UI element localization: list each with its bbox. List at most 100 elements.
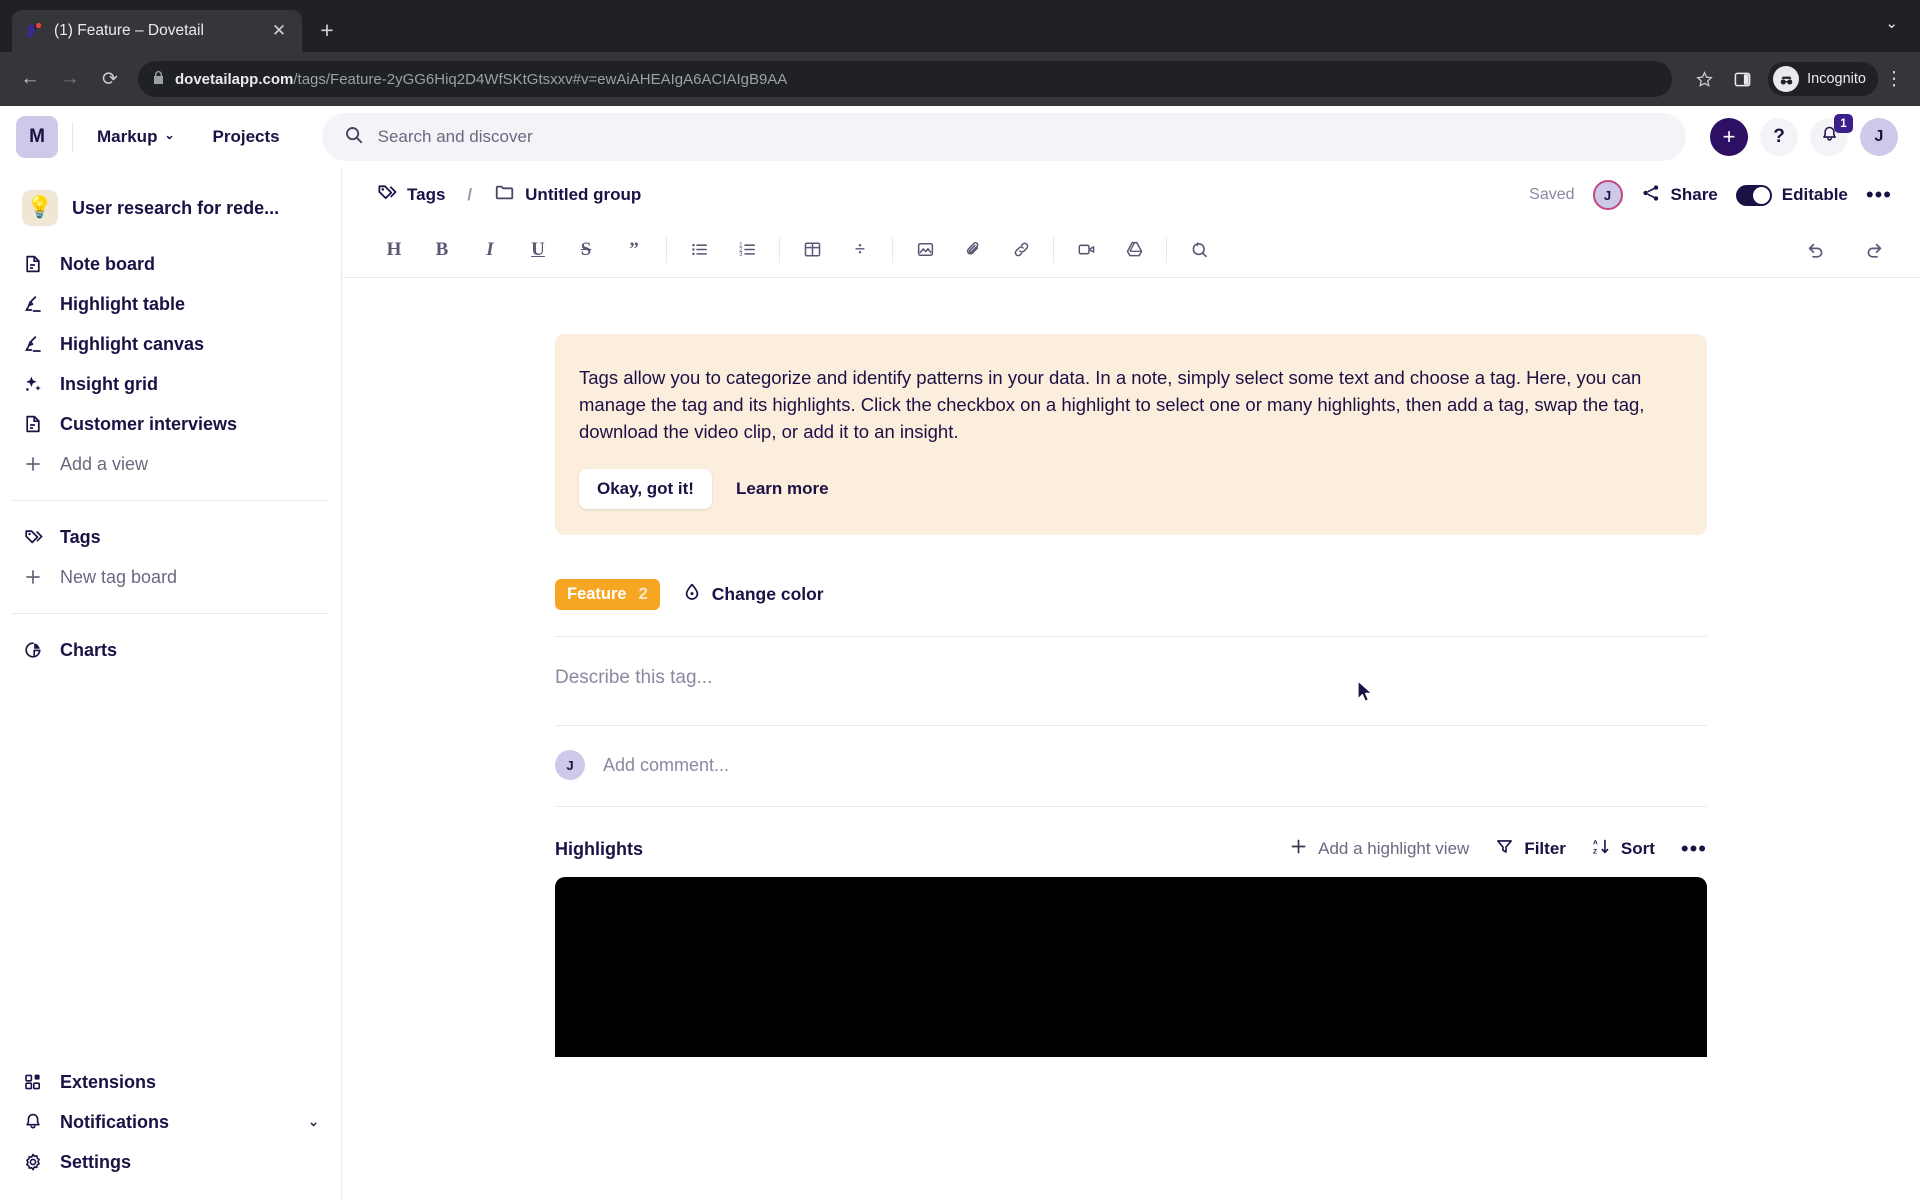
filter-icon [1495, 837, 1514, 861]
blockquote-icon[interactable]: ” [616, 232, 652, 268]
share-icon [1641, 183, 1661, 208]
highlights-actions: Add a highlight view Filter A Z Sort ••• [1289, 837, 1707, 861]
workspace-badge[interactable]: M [16, 116, 58, 158]
sidebar-item-label: Settings [60, 1151, 132, 1172]
highlights-more-icon[interactable]: ••• [1681, 838, 1707, 860]
change-color-button[interactable]: Change color [682, 582, 824, 607]
highlights-title: Highlights [555, 838, 643, 859]
plus-icon [1289, 837, 1308, 861]
filter-button[interactable]: Filter [1495, 837, 1566, 861]
more-options-icon[interactable]: ••• [1866, 184, 1892, 206]
incognito-indicator[interactable]: Incognito [1768, 62, 1878, 96]
video-icon[interactable] [1068, 232, 1104, 268]
chevron-down-icon: ⌄ [164, 128, 175, 142]
tag-chip[interactable]: Feature 2 [555, 579, 660, 610]
bookmark-star-icon[interactable] [1686, 61, 1722, 97]
okay-got-it-button[interactable]: Okay, got it! [579, 469, 712, 509]
italic-icon[interactable]: I [472, 232, 508, 268]
bullet-list-icon[interactable] [681, 232, 717, 268]
browser-menu-icon[interactable]: ⋮ [1880, 68, 1908, 91]
sidebar-item-label: Notifications [60, 1111, 170, 1132]
highlighter-icon [22, 293, 44, 315]
breadcrumb-root[interactable]: Tags [407, 185, 445, 205]
sidebar-project[interactable]: 💡 User research for rede... [0, 182, 341, 234]
breadcrumb-group[interactable]: Untitled group [525, 185, 641, 205]
create-button[interactable]: + [1710, 118, 1748, 156]
workspace-menu[interactable]: Markup ⌄ [87, 119, 185, 155]
browser-toolbar: ← → ⟳ dovetailapp.com/tags/Feature-2yGG6… [0, 52, 1920, 106]
sidebar-item-note-board[interactable]: Note board [0, 244, 341, 284]
add-comment-row[interactable]: J Add comment... [555, 726, 1707, 807]
app-body: 💡 User research for rede... Note board H… [0, 168, 1920, 1200]
bold-icon[interactable]: B [424, 232, 460, 268]
divider-icon[interactable]: ÷ [842, 232, 878, 268]
link-icon[interactable] [1003, 232, 1039, 268]
strikethrough-icon[interactable]: S [568, 232, 604, 268]
sidebar-item-customer-interviews[interactable]: Customer interviews [0, 404, 341, 444]
banner-actions: Okay, got it! Learn more [579, 469, 1683, 509]
tab-search-chevron-down-icon[interactable]: ⌄ [1885, 14, 1898, 32]
sidebar-item-settings[interactable]: Settings [0, 1142, 341, 1182]
sidebar-new-tag-board[interactable]: New tag board [0, 557, 341, 597]
editable-toggle[interactable]: Editable [1735, 184, 1848, 206]
reload-button[interactable]: ⟳ [92, 61, 128, 97]
chevron-down-icon[interactable]: ⌄ [308, 1114, 319, 1130]
google-drive-icon[interactable] [1116, 232, 1152, 268]
address-bar[interactable]: dovetailapp.com/tags/Feature-2yGG6Hiq2D4… [138, 61, 1673, 97]
sidebar-item-highlight-table[interactable]: Highlight table [0, 284, 341, 324]
tag-icon [376, 182, 397, 208]
sidebar-item-notifications[interactable]: Notifications ⌄ [0, 1102, 341, 1142]
heading-icon[interactable]: H [376, 232, 412, 268]
sidebar-item-tags[interactable]: Tags [0, 517, 341, 557]
search-replace-icon[interactable] [1181, 232, 1217, 268]
sort-button[interactable]: AZ Sort [1592, 837, 1655, 861]
sidebar-item-extensions[interactable]: Extensions [0, 1062, 341, 1102]
sidebar-add-a-view[interactable]: Add a view [0, 444, 341, 484]
highlighter-icon [22, 333, 44, 355]
share-label: Share [1670, 185, 1718, 204]
bell-icon [22, 1111, 44, 1133]
learn-more-button[interactable]: Learn more [720, 469, 845, 509]
forward-button[interactable]: → [52, 61, 88, 97]
sidebar-project-name: User research for rede... [72, 197, 280, 218]
tag-description-input[interactable]: Describe this tag... [555, 637, 1707, 726]
lock-icon [152, 70, 165, 88]
notifications-button[interactable]: 1 [1810, 114, 1853, 156]
search-input[interactable]: Search and discover [321, 113, 1686, 161]
presence-avatar[interactable]: J [1592, 180, 1623, 210]
document-body: Tags allow you to categorize and identif… [555, 278, 1707, 1200]
underline-icon[interactable]: U [520, 232, 556, 268]
table-icon[interactable] [794, 232, 830, 268]
help-button[interactable]: ? [1760, 118, 1798, 156]
breadcrumb-separator: / [467, 185, 473, 204]
document-icon [22, 253, 44, 275]
saved-status: Saved [1529, 186, 1575, 203]
toolbar-divider [779, 236, 780, 263]
attachment-icon[interactable] [955, 232, 991, 268]
share-button[interactable]: Share [1641, 183, 1718, 208]
comment-input-placeholder: Add comment... [603, 754, 730, 775]
undo-icon[interactable] [1798, 232, 1834, 268]
nav-projects[interactable]: Projects [203, 119, 290, 155]
avatar[interactable]: J [1860, 118, 1898, 156]
image-icon[interactable] [907, 232, 943, 268]
redo-icon[interactable] [1856, 232, 1892, 268]
browser-tab[interactable]: (1) Feature – Dovetail ✕ [12, 10, 302, 52]
numbered-list-icon[interactable]: 123 [729, 232, 765, 268]
add-highlight-view-button[interactable]: Add a highlight view [1289, 837, 1469, 861]
new-tab-button[interactable]: + [310, 14, 344, 48]
tag-row: Feature 2 Change color [555, 579, 1707, 637]
side-panel-icon[interactable] [1724, 61, 1760, 97]
app-header: M Markup ⌄ Projects Search and discover … [0, 106, 1920, 168]
sidebar-item-highlight-canvas[interactable]: Highlight canvas [0, 324, 341, 364]
back-button[interactable]: ← [12, 61, 48, 97]
svg-text:Z: Z [1593, 849, 1597, 856]
search-icon [344, 125, 364, 150]
document-header: Tags / Untitled group Saved J Share Edit… [342, 168, 1920, 222]
highlight-video-card[interactable] [555, 877, 1707, 1057]
sidebar-item-charts[interactable]: Charts [0, 630, 341, 670]
toggle-switch[interactable] [1735, 184, 1772, 206]
extensions-icon [22, 1071, 44, 1093]
sidebar-item-insight-grid[interactable]: Insight grid [0, 364, 341, 404]
tab-close-icon[interactable]: ✕ [268, 20, 290, 42]
